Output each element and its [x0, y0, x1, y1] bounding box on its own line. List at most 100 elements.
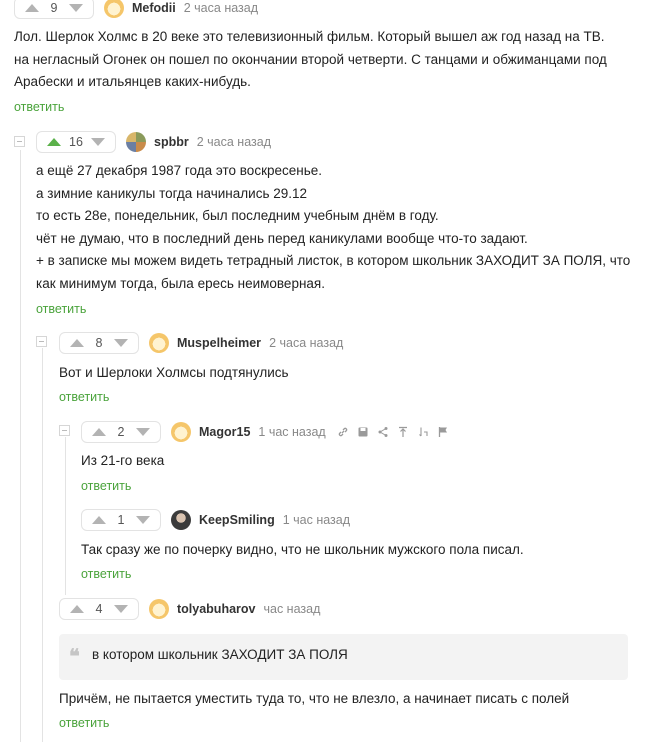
comment-header: 9 Mefodii 2 часа назад [14, 0, 258, 20]
arrow-down-icon [136, 516, 150, 524]
flag-icon[interactable] [436, 425, 450, 439]
avatar[interactable] [171, 510, 191, 530]
share-icon[interactable] [376, 425, 390, 439]
score: 9 [50, 1, 58, 15]
arrow-down-icon [69, 4, 83, 12]
arrow-up-icon [92, 428, 106, 436]
timestamp[interactable]: 2 часа назад [184, 1, 258, 15]
quote-text: в котором школьник ЗАХОДИТ ЗА ПОЛЯ [92, 647, 348, 662]
avatar[interactable] [126, 132, 146, 152]
arrow-up-icon [70, 605, 84, 613]
comment-text: Из 21-го века [81, 450, 164, 473]
downvote-button[interactable] [63, 0, 89, 18]
score: 16 [69, 135, 83, 149]
username[interactable]: KeepSmiling [199, 513, 275, 527]
text-line: + в записке мы можем видеть тетрадный ли… [36, 253, 631, 268]
collapse-toggle[interactable] [59, 425, 70, 436]
avatar[interactable] [149, 599, 169, 619]
comment-header: 8 Muspelheimer 2 часа назад [59, 331, 343, 355]
downvote-button[interactable] [108, 333, 134, 353]
arrow-up-icon [47, 138, 61, 146]
score: 1 [117, 513, 125, 527]
downvote-button[interactable] [130, 422, 156, 442]
avatar[interactable] [171, 422, 191, 442]
text-line: а ещё 27 декабря 1987 года это воскресен… [36, 163, 322, 178]
text-line: чёт не думаю, что в последний день перед… [36, 230, 528, 246]
username[interactable]: Magor15 [199, 425, 250, 439]
comment-text: а ещё 27 декабря 1987 года это воскресен… [36, 160, 630, 295]
score: 4 [95, 602, 103, 616]
quote-block: ❝ в котором школьник ЗАХОДИТ ЗА ПОЛЯ [59, 634, 628, 680]
arrow-down-icon [114, 339, 128, 347]
text-line: а зимние каникулы тогда начинались 29.12 [36, 185, 308, 201]
username[interactable]: Muspelheimer [177, 336, 261, 350]
text-line: как минимум тогда, была ересь неимоверна… [36, 275, 325, 291]
username[interactable]: spbbr [154, 135, 189, 149]
text-line: Вот и Шерлоки Холмсы подтянулись [59, 365, 289, 380]
rating-widget: 4 [59, 598, 139, 620]
avatar[interactable] [104, 0, 124, 18]
collapse-toggle[interactable] [14, 136, 25, 147]
upvote-button[interactable] [64, 599, 90, 619]
rating-widget: 2 [81, 421, 161, 443]
text-line: на негласный Огонек он пошел по окончани… [14, 51, 607, 67]
reply-link[interactable]: ответить [36, 302, 86, 316]
reply-link[interactable]: ответить [81, 479, 131, 493]
thread-line [65, 437, 66, 595]
thread-line [20, 150, 21, 742]
username[interactable]: tolyabuharov [177, 602, 256, 616]
rating-widget: 1 [81, 509, 161, 531]
timestamp[interactable]: 2 часа назад [197, 135, 271, 149]
thread-line [42, 348, 43, 742]
arrow-up-icon [92, 516, 106, 524]
score: 8 [95, 336, 103, 350]
reply-link[interactable]: ответить [59, 716, 109, 730]
rating-widget: 16 [36, 131, 116, 153]
arrow-up-icon [25, 4, 39, 12]
arrow-down-icon [91, 138, 105, 146]
username[interactable]: Mefodii [132, 1, 176, 15]
rating-widget: 8 [59, 332, 139, 354]
timestamp[interactable]: 1 час назад [258, 425, 325, 439]
comment-text: Причём, не пытается уместить туда то, чт… [59, 688, 569, 711]
collapse-toggle[interactable] [36, 336, 47, 347]
text-line: Так сразу же по почерку видно, что не шк… [81, 542, 524, 557]
downvote-button[interactable] [130, 510, 156, 530]
text-line: то есть 28е, понедельник, был последним … [36, 208, 439, 223]
comment-header: 16 spbbr 2 часа назад [36, 130, 271, 154]
arrow-up-icon [70, 339, 84, 347]
text-line: Арабески и итальянцев каких-нибудь. [14, 74, 251, 89]
downvote-button[interactable] [85, 132, 111, 152]
upvote-button[interactable] [86, 422, 112, 442]
timestamp[interactable]: 1 час назад [283, 513, 350, 527]
pin-icon[interactable] [396, 425, 410, 439]
comment-header: 2 Magor15 1 час назад [81, 420, 450, 444]
comment-text: Лол. Шерлок Холмс в 20 веке это телевизи… [14, 26, 607, 94]
text-line: Из 21-го века [81, 453, 165, 468]
comment-header: 4 tolyabuharov час назад [59, 597, 320, 621]
timestamp[interactable]: 2 часа назад [269, 336, 343, 350]
reply-link[interactable]: ответить [81, 567, 131, 581]
arrow-down-icon [114, 605, 128, 613]
upvote-button[interactable] [41, 132, 67, 152]
comment-text: Так сразу же по почерку видно, что не шк… [81, 539, 524, 562]
text-line: Лол. Шерлок Холмс в 20 веке это телевизи… [14, 29, 605, 44]
reply-link[interactable]: ответить [14, 100, 64, 114]
comment-text: Вот и Шерлоки Холмсы подтянулись [59, 362, 289, 385]
link-icon[interactable] [336, 425, 350, 439]
score: 2 [117, 425, 125, 439]
comment-header: 1 KeepSmiling 1 час назад [81, 508, 350, 532]
reply-link[interactable]: ответить [59, 390, 109, 404]
timestamp[interactable]: час назад [264, 602, 321, 616]
upvote-button[interactable] [19, 0, 45, 18]
text-line: Причём, не пытается уместить туда то, чт… [59, 691, 570, 706]
rating-widget: 9 [14, 0, 94, 19]
save-icon[interactable] [356, 425, 370, 439]
arrow-down-icon [136, 428, 150, 436]
upvote-button[interactable] [64, 333, 90, 353]
quote-icon: ❝ [69, 644, 80, 668]
avatar[interactable] [149, 333, 169, 353]
sort-icon[interactable] [416, 425, 430, 439]
upvote-button[interactable] [86, 510, 112, 530]
downvote-button[interactable] [108, 599, 134, 619]
